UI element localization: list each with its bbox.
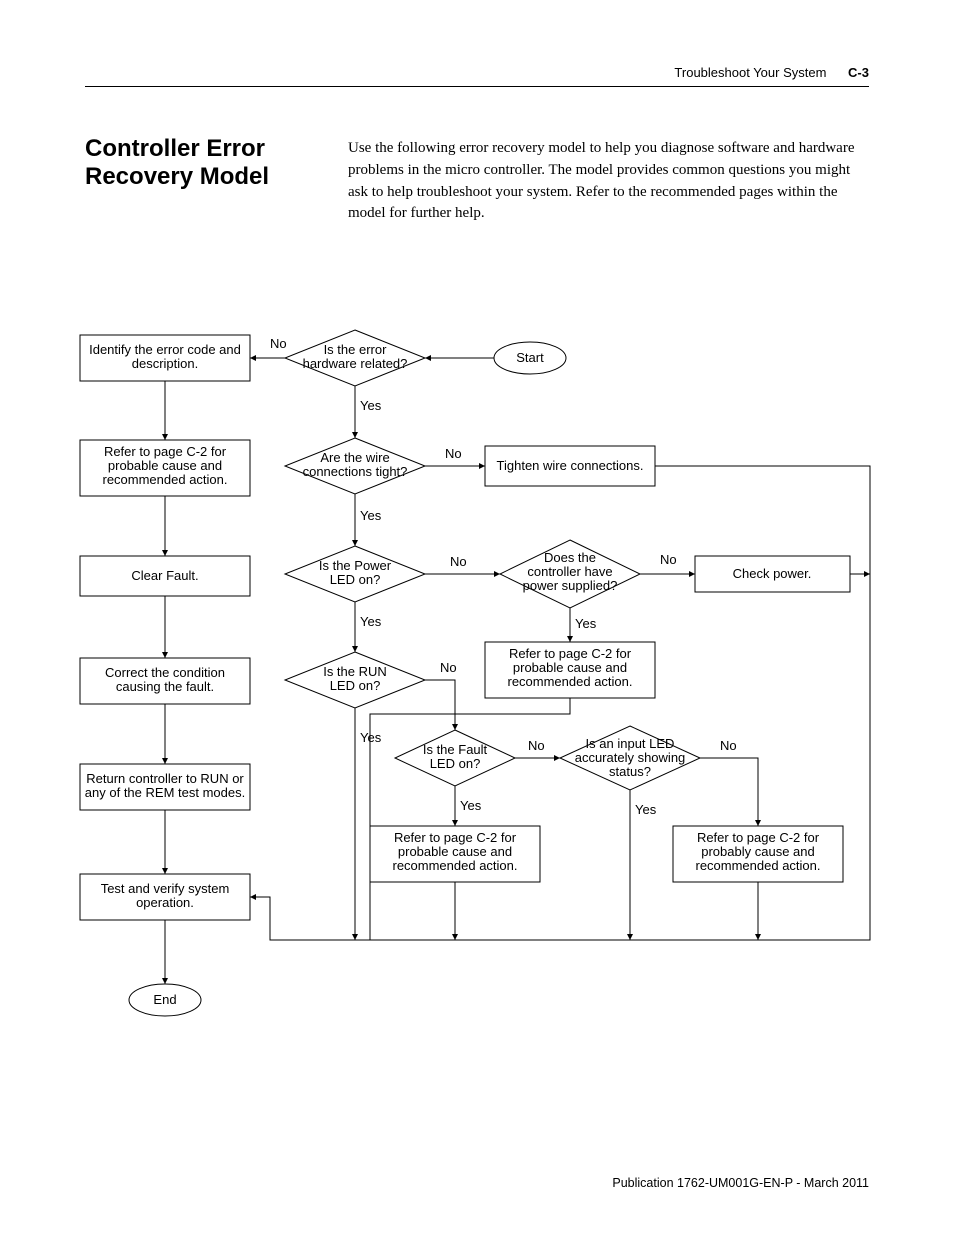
edge-dwire-yes: Yes	[360, 508, 382, 523]
node-test-l1: Test and verify system	[101, 881, 230, 896]
node-refer2-l3: recommended action.	[507, 674, 632, 689]
edge-dfault-yes: Yes	[460, 798, 482, 813]
node-test-l2: operation.	[136, 895, 194, 910]
node-d-runled-l2: LED on?	[330, 678, 381, 693]
publication-footer: Publication 1762-UM001G-EN-P - March 201…	[612, 1176, 869, 1190]
node-refer2-l1: Refer to page C-2 for	[509, 646, 632, 661]
node-refer1-l3: recommended action.	[102, 472, 227, 487]
node-refer4-l3: recommended action.	[695, 858, 820, 873]
header-section: Troubleshoot Your System	[674, 65, 826, 80]
header-page: C-3	[848, 65, 869, 80]
edge-dpwrled-yes: Yes	[360, 614, 382, 629]
node-d-fault-l2: LED on?	[430, 756, 481, 771]
node-clear-l1: Clear Fault.	[131, 568, 198, 583]
edge-dhw-yes: Yes	[360, 398, 382, 413]
edge-dfault-no: No	[528, 738, 545, 753]
node-d-pwrsup-l3: power supplied?	[523, 578, 618, 593]
flowchart: Start Is the error hardware related? Ide…	[70, 310, 885, 1050]
node-refer3-l3: recommended action.	[392, 858, 517, 873]
edge-dpwrsup-no: No	[660, 552, 677, 567]
node-refer1-l2: probable cause and	[108, 458, 222, 473]
node-run-l2: any of the REM test modes.	[85, 785, 245, 800]
node-d-hw-l2: hardware related?	[303, 356, 408, 371]
edge-dwire-no: No	[445, 446, 462, 461]
node-d-runled-l1: Is the RUN	[323, 664, 387, 679]
node-d-input-l2: accurately showing	[575, 750, 686, 765]
edge-drunled-dfault	[425, 680, 455, 730]
edge-dpwrsup-yes: Yes	[575, 616, 597, 631]
node-d-wire-l2: connections tight?	[303, 464, 408, 479]
edge-dinput-no: No	[720, 738, 737, 753]
page-header: Troubleshoot Your System C-3	[674, 65, 869, 80]
node-refer4-l1: Refer to page C-2 for	[697, 830, 820, 845]
edge-refer2-bus	[370, 698, 570, 940]
node-ident-l2: description.	[132, 356, 198, 371]
node-d-hw-l1: Is the error	[324, 342, 388, 357]
node-corr-l1: Correct the condition	[105, 665, 225, 680]
edge-drunled-no: No	[440, 660, 457, 675]
node-d-pwrled-l1: Is the Power	[319, 558, 392, 573]
node-chkpwr-l1: Check power.	[733, 566, 812, 581]
node-d-input-l1: Is an input LED	[586, 736, 675, 751]
node-d-fault-l1: Is the Fault	[423, 742, 488, 757]
node-run-l1: Return controller to RUN or	[86, 771, 244, 786]
header-rule	[85, 86, 869, 87]
node-d-wire-l1: Are the wire	[320, 450, 389, 465]
edge-dpwrled-no: No	[450, 554, 467, 569]
intro-paragraph: Use the following error recovery model t…	[348, 138, 869, 225]
node-d-input-l3: status?	[609, 764, 651, 779]
node-ident-l1: Identify the error code and	[89, 342, 241, 357]
node-refer3-l1: Refer to page C-2 for	[394, 830, 517, 845]
node-refer3-l2: probable cause and	[398, 844, 512, 859]
node-start-label: Start	[516, 350, 544, 365]
node-refer1-l1: Refer to page C-2 for	[104, 444, 227, 459]
node-d-pwrled-l2: LED on?	[330, 572, 381, 587]
node-corr-l2: causing the fault.	[116, 679, 214, 694]
node-tight-l1: Tighten wire connections.	[497, 458, 644, 473]
edge-dinput-yes: Yes	[635, 802, 657, 817]
node-d-pwrsup-l2: controller have	[527, 564, 612, 579]
node-refer4-l2: probably cause and	[701, 844, 814, 859]
edge-dinput-refer4	[700, 758, 758, 826]
node-refer2-l2: probable cause and	[513, 660, 627, 675]
edge-dhw-no: No	[270, 336, 287, 351]
node-d-pwrsup-l1: Does the	[544, 550, 596, 565]
section-title: Controller Error Recovery Model	[85, 135, 335, 190]
node-end-label: End	[153, 992, 176, 1007]
edge-drunled-yes: Yes	[360, 730, 382, 745]
